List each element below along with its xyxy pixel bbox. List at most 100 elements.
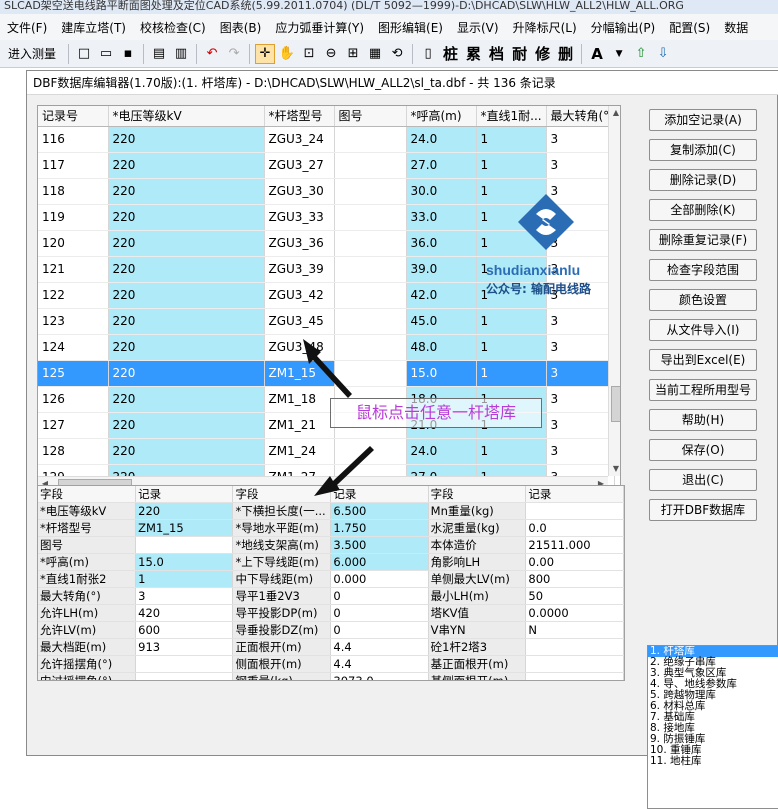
chevron-down-icon[interactable]: ▼: [609, 44, 629, 64]
table-cell[interactable]: [334, 256, 407, 283]
table-cell[interactable]: 24.0: [406, 126, 477, 153]
table-cell[interactable]: [334, 178, 407, 205]
table-cell[interactable]: [334, 282, 407, 309]
table-cell[interactable]: 24.0: [406, 438, 477, 465]
document-icon[interactable]: ▯: [418, 44, 438, 64]
field-value[interactable]: 1.750: [330, 519, 429, 537]
table-cell[interactable]: 220: [108, 230, 265, 257]
grid-icon[interactable]: ▦: [365, 44, 385, 64]
undo-icon[interactable]: ↶: [202, 44, 222, 64]
field-value[interactable]: 6.500: [330, 502, 429, 520]
column-header[interactable]: *直线1耐...: [476, 106, 547, 127]
menu-data[interactable]: 数据: [717, 19, 755, 36]
field-value[interactable]: 6.000: [330, 553, 429, 571]
field-value[interactable]: [135, 655, 234, 673]
field-value[interactable]: 15.0: [135, 553, 234, 571]
table-cell[interactable]: 1: [476, 438, 547, 465]
column-header[interactable]: *电压等级kV: [108, 106, 265, 127]
table-cell[interactable]: ZGU3_27: [264, 152, 335, 179]
table-cell[interactable]: 116: [38, 126, 109, 153]
action-button[interactable]: 复制添加(C): [649, 139, 757, 161]
table-cell[interactable]: 220: [108, 334, 265, 361]
table-cell[interactable]: 3: [546, 152, 615, 179]
action-button[interactable]: 帮助(H): [649, 409, 757, 431]
field-value[interactable]: 0.0: [525, 519, 624, 537]
action-button[interactable]: 添加空记录(A): [649, 109, 757, 131]
table-cell[interactable]: 117: [38, 152, 109, 179]
field-value[interactable]: 420: [135, 604, 234, 622]
menu-config[interactable]: 配置(S): [662, 19, 717, 36]
font-icon[interactable]: A: [587, 44, 607, 64]
redo-icon[interactable]: ↷: [224, 44, 244, 64]
menu-ruler[interactable]: 升降标尺(L): [506, 19, 584, 36]
table-cell[interactable]: 1: [476, 126, 547, 153]
crosshair-icon[interactable]: ✛: [255, 43, 276, 64]
action-button[interactable]: 从文件导入(I): [649, 319, 757, 341]
scroll-up-icon[interactable]: ▲: [609, 106, 620, 120]
table-cell[interactable]: [334, 152, 407, 179]
action-button[interactable]: 删除记录(D): [649, 169, 757, 191]
library-list-item[interactable]: 11. 地柱库: [648, 756, 778, 767]
action-button[interactable]: 退出(C): [649, 469, 757, 491]
library-list[interactable]: 1. 杆塔库 2. 绝缘子串库 3. 典型气象区库 4. 导、地线参数库 5. 跨越物理…: [647, 645, 778, 809]
table-cell[interactable]: 15.0: [406, 360, 477, 387]
menu-edit[interactable]: 图形编辑(E): [371, 19, 450, 36]
field-value[interactable]: [135, 536, 234, 554]
field-value[interactable]: 800: [525, 570, 624, 588]
table-cell[interactable]: 118: [38, 178, 109, 205]
table-cell[interactable]: 121: [38, 256, 109, 283]
open-folder-icon[interactable]: ▭: [96, 44, 116, 64]
table-cell[interactable]: 220: [108, 126, 265, 153]
table-cell[interactable]: ZGU3_48: [264, 334, 335, 361]
table-cell[interactable]: ZGU3_45: [264, 308, 335, 335]
table-row[interactable]: 117 220 ZGU3_27 27.0 1 3: [38, 152, 615, 179]
table-cell[interactable]: 3: [546, 126, 615, 153]
action-button[interactable]: 打开DBF数据库: [649, 499, 757, 521]
table-cell[interactable]: 123: [38, 308, 109, 335]
field-value[interactable]: 3: [135, 587, 234, 605]
field-value[interactable]: 1: [135, 570, 234, 588]
field-value[interactable]: 220: [135, 502, 234, 520]
vertical-scroll-thumb[interactable]: [611, 386, 620, 422]
field-value[interactable]: ZM1_15: [135, 519, 234, 537]
table-cell[interactable]: 1: [476, 334, 547, 361]
menu-stress[interactable]: 应力弧垂计算(Y): [268, 19, 371, 36]
field-value[interactable]: 0.0000: [525, 604, 624, 622]
field-value[interactable]: 50: [525, 587, 624, 605]
print-preview-icon[interactable]: ▤: [149, 44, 169, 64]
menu-output[interactable]: 分幅输出(P): [584, 19, 663, 36]
field-value[interactable]: [525, 502, 624, 520]
table-cell[interactable]: 124: [38, 334, 109, 361]
table-cell[interactable]: [334, 308, 407, 335]
field-value[interactable]: [525, 655, 624, 673]
table-cell[interactable]: 3: [546, 334, 615, 361]
toolbar-char-cumulative[interactable]: 累: [462, 43, 485, 64]
table-cell[interactable]: 122: [38, 282, 109, 309]
new-file-icon[interactable]: □: [74, 44, 94, 64]
table-row[interactable]: 123 220 ZGU3_45 45.0 1 3: [38, 308, 615, 335]
table-cell[interactable]: 125: [38, 360, 109, 387]
table-row[interactable]: 124 220 ZGU3_48 48.0 1 3: [38, 334, 615, 361]
table-cell[interactable]: [334, 230, 407, 257]
table-cell[interactable]: 3: [546, 360, 615, 387]
field-value[interactable]: 4.4: [330, 638, 429, 656]
arrow-up-icon[interactable]: ⇧: [631, 44, 651, 64]
action-button[interactable]: 全部删除(K): [649, 199, 757, 221]
table-cell[interactable]: 128: [38, 438, 109, 465]
table-cell[interactable]: 33.0: [406, 204, 477, 231]
table-cell[interactable]: 3: [546, 386, 615, 413]
column-header[interactable]: 图号: [334, 106, 407, 127]
menu-check[interactable]: 校核检查(C): [133, 19, 213, 36]
table-row-selected[interactable]: 125 220 ZM1_15 15.0 1 3: [38, 360, 615, 387]
action-button[interactable]: 当前工程所用型号: [649, 379, 757, 401]
field-value[interactable]: [135, 672, 234, 680]
toolbar-char-pile[interactable]: 桩: [439, 43, 462, 64]
menu-view[interactable]: 显示(V): [450, 19, 506, 36]
zoom-window-icon[interactable]: ⊡: [299, 44, 319, 64]
table-cell[interactable]: 48.0: [406, 334, 477, 361]
table-cell[interactable]: ZGU3_42: [264, 282, 335, 309]
field-value[interactable]: [525, 672, 624, 680]
field-value[interactable]: 0: [330, 621, 429, 639]
table-cell[interactable]: 36.0: [406, 230, 477, 257]
print-icon[interactable]: ▥: [171, 44, 191, 64]
